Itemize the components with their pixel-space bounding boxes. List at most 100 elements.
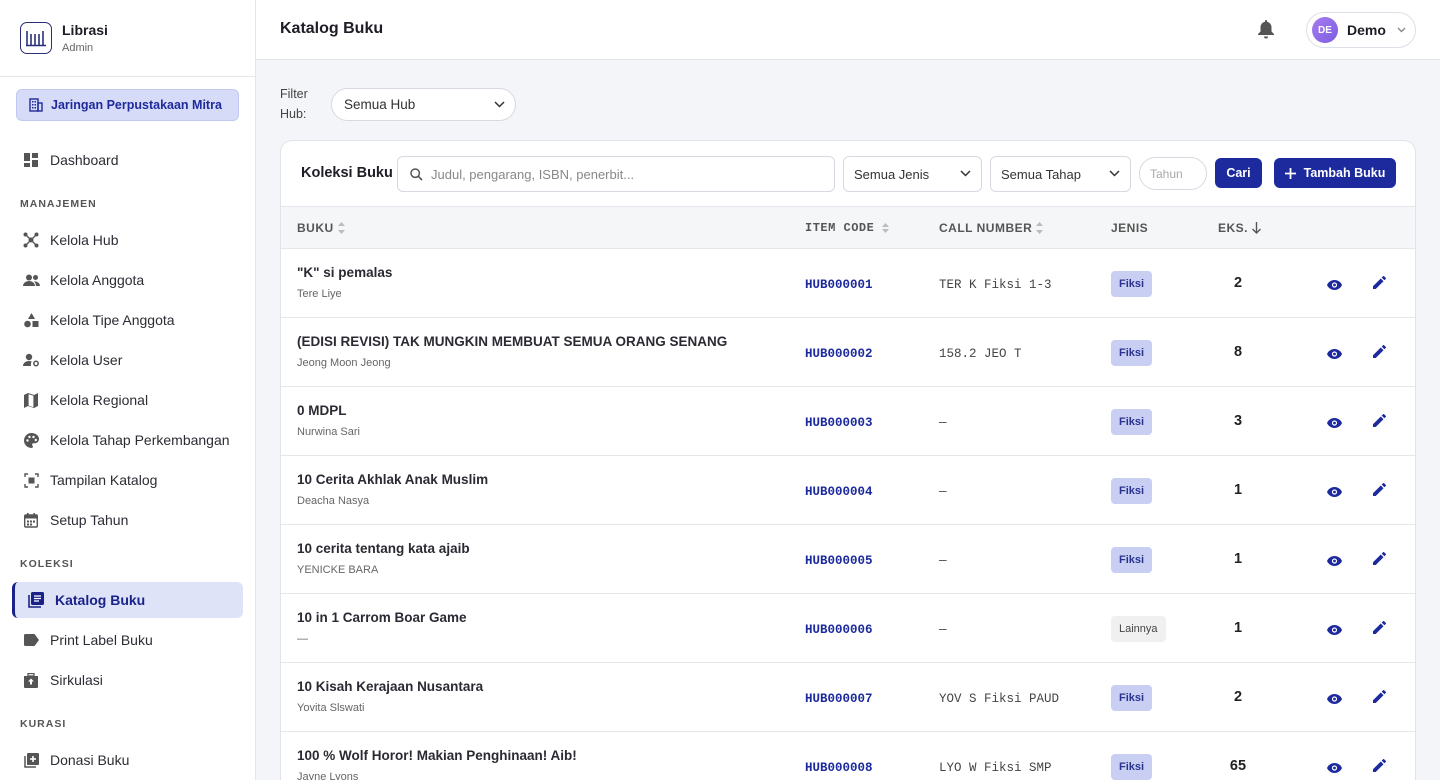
sidebar-item-label: Kelola Hub <box>50 232 119 248</box>
copy-count: 65 <box>1229 758 1247 774</box>
sidebar-item-dashboard[interactable]: Dashboard <box>12 142 243 178</box>
circulation-icon <box>22 671 40 689</box>
chevron-down-icon <box>494 100 505 108</box>
book-author: Deacha Nasya <box>297 495 370 507</box>
jenis-badge: Fiksi <box>1111 547 1153 573</box>
book-title[interactable]: "K" si pemalas <box>297 265 392 280</box>
partner-network-button[interactable]: Jaringan Perpustakaan Mitra <box>16 89 239 121</box>
call-number: LYO W Fiksi SMP <box>939 761 1052 775</box>
hub-filter-select[interactable]: Semua Hub <box>331 88 516 121</box>
view-icon[interactable] <box>1327 484 1342 500</box>
sidebar-item-sirkulasi[interactable]: Sirkulasi <box>12 662 243 698</box>
building-icon <box>29 98 43 112</box>
view-icon[interactable] <box>1327 277 1342 293</box>
book-title[interactable]: 0 MDPL <box>297 403 347 418</box>
item-code: HUB000006 <box>805 623 873 637</box>
map-icon <box>22 391 40 409</box>
column-header-item-code[interactable]: ITEM CODE <box>805 221 890 235</box>
table-row: 0 MDPL Nurwina Sari HUB000003 — Fiksi 3 <box>281 387 1415 456</box>
jenis-select[interactable]: Semua Jenis <box>843 156 982 192</box>
item-code: HUB000007 <box>805 692 873 706</box>
book-title[interactable]: 10 Kisah Kerajaan Nusantara <box>297 679 483 694</box>
call-number: YOV S Fiksi PAUD <box>939 692 1060 706</box>
column-header-call-number[interactable]: CALL NUMBER <box>939 221 1044 235</box>
table-row: 100 % Wolf Horor! Makian Penghinaan! Aib… <box>281 732 1415 780</box>
copy-count: 2 <box>1233 275 1243 291</box>
sidebar-item-kelola-tipe-anggota[interactable]: Kelola Tipe Anggota <box>12 302 243 338</box>
table-row: (EDISI REVISI) TAK MUNGKIN MEMBUAT SEMUA… <box>281 318 1415 387</box>
chevron-down-icon <box>960 170 971 177</box>
jenis-select-value: Semua Jenis <box>854 166 930 182</box>
item-code: HUB000004 <box>805 485 873 499</box>
sidebar-item-kelola-tahap[interactable]: Kelola Tahap Perkembangan <box>12 422 243 458</box>
view-icon[interactable] <box>1327 346 1342 362</box>
view-icon[interactable] <box>1327 760 1342 776</box>
sidebar-item-label: Dashboard <box>50 152 119 168</box>
shapes-icon <box>22 311 40 329</box>
search-box[interactable] <box>397 156 835 192</box>
sidebar-item-print-label[interactable]: Print Label Buku <box>12 622 243 658</box>
sidebar-item-kelola-hub[interactable]: Kelola Hub <box>12 222 243 258</box>
user-menu[interactable]: DE Demo <box>1306 12 1416 48</box>
add-book-button[interactable]: Tambah Buku <box>1274 158 1396 188</box>
column-header-buku[interactable]: BUKU <box>297 221 345 235</box>
edit-icon[interactable] <box>1373 689 1387 706</box>
table-row: 10 cerita tentang kata ajaib YENICKE BARA… <box>281 525 1415 594</box>
sidebar-item-katalog-buku[interactable]: Katalog Buku <box>12 582 243 618</box>
copy-count: 2 <box>1233 689 1243 705</box>
book-title[interactable]: 10 in 1 Carrom Boar Game <box>297 610 467 625</box>
sidebar-item-label: Donasi Buku <box>50 752 130 768</box>
sidebar-item-donasi-buku[interactable]: Donasi Buku <box>12 742 243 778</box>
edit-icon[interactable] <box>1373 758 1387 775</box>
edit-icon[interactable] <box>1373 482 1387 499</box>
book-title[interactable]: 100 % Wolf Horor! Makian Penghinaan! Aib… <box>297 748 577 763</box>
item-code: HUB000001 <box>805 278 873 292</box>
sidebar: Librasi Admin Jaringan Perpustakaan Mitr… <box>0 0 256 780</box>
search-button[interactable]: Cari <box>1215 158 1262 188</box>
sidebar-item-kelola-user[interactable]: Kelola User <box>12 342 243 378</box>
brand-subtitle: Admin <box>62 42 94 54</box>
jenis-badge: Lainnya <box>1111 616 1166 642</box>
sidebar-item-label: Sirkulasi <box>50 672 103 688</box>
tahap-select[interactable]: Semua Tahap <box>990 156 1131 192</box>
edit-icon[interactable] <box>1373 413 1387 430</box>
year-input[interactable] <box>1139 157 1207 190</box>
edit-icon[interactable] <box>1373 620 1387 637</box>
column-header-eks[interactable]: EKS. <box>1218 221 1262 235</box>
edit-icon[interactable] <box>1373 551 1387 568</box>
call-number: — <box>939 554 947 568</box>
search-input[interactable] <box>431 166 811 182</box>
jenis-badge: Fiksi <box>1111 340 1153 366</box>
view-icon[interactable] <box>1327 622 1342 638</box>
book-title[interactable]: 10 Cerita Akhlak Anak Muslim <box>297 472 488 487</box>
sidebar-item-label: Kelola Tipe Anggota <box>50 312 175 328</box>
edit-icon[interactable] <box>1373 344 1387 361</box>
book-author: — <box>297 633 308 645</box>
brand[interactable]: Librasi Admin <box>0 0 255 77</box>
view-icon[interactable] <box>1327 691 1342 707</box>
jenis-badge: Fiksi <box>1111 754 1153 780</box>
user-settings-icon <box>22 351 40 369</box>
sidebar-item-label: Katalog Buku <box>55 592 146 608</box>
sidebar-item-setup-tahun[interactable]: Setup Tahun <box>12 502 243 538</box>
book-title[interactable]: 10 cerita tentang kata ajaib <box>297 541 470 556</box>
sidebar-item-tampilan-katalog[interactable]: Tampilan Katalog <box>12 462 243 498</box>
call-number: — <box>939 485 947 499</box>
label-icon <box>22 631 40 649</box>
view-icon[interactable] <box>1327 553 1342 569</box>
view-icon[interactable] <box>1327 415 1342 431</box>
sidebar-item-kelola-regional[interactable]: Kelola Regional <box>12 382 243 418</box>
book-catalog-icon <box>27 591 45 609</box>
edit-icon[interactable] <box>1373 275 1387 292</box>
section-label-manajemen: MANAJEMEN <box>20 198 97 210</box>
notification-bell-icon[interactable] <box>1258 20 1274 42</box>
book-title[interactable]: (EDISI REVISI) TAK MUNGKIN MEMBUAT SEMUA… <box>297 334 727 349</box>
item-code: HUB000003 <box>805 416 873 430</box>
sidebar-item-kelola-anggota[interactable]: Kelola Anggota <box>12 262 243 298</box>
item-code: HUB000005 <box>805 554 873 568</box>
table-row: 10 Cerita Akhlak Anak Muslim Deacha Nasya… <box>281 456 1415 525</box>
table-header: BUKU ITEM CODE CALL NUMBER JENIS EKS. <box>281 206 1415 249</box>
chevron-down-icon <box>1109 170 1120 177</box>
plus-icon <box>1284 167 1296 179</box>
sidebar-item-label: Tampilan Katalog <box>50 472 158 488</box>
